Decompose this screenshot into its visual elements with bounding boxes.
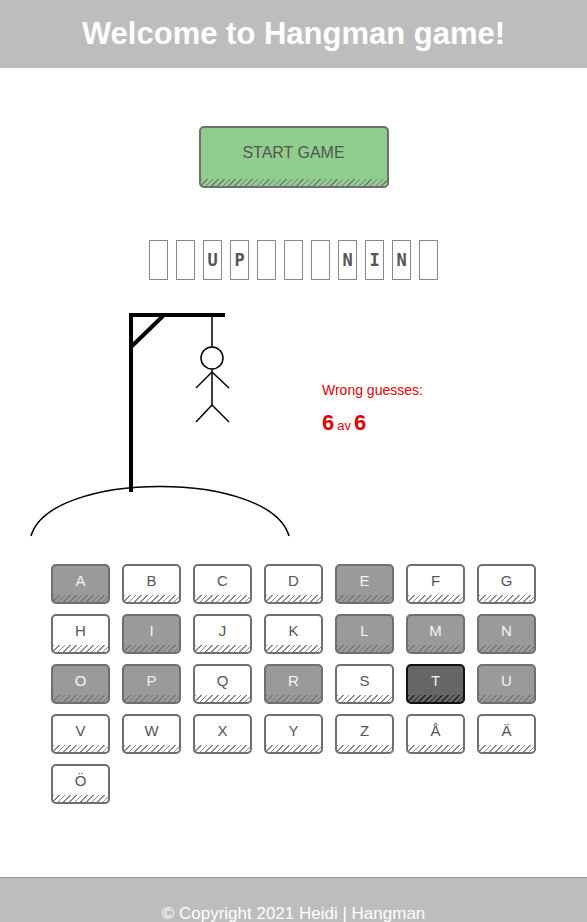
letter-key[interactable]: P — [122, 664, 181, 704]
letter-slot: N — [392, 240, 411, 280]
letter-slot — [257, 240, 276, 280]
letter-key[interactable]: Å — [406, 714, 465, 754]
letter-key[interactable]: R — [264, 664, 323, 704]
letter-key[interactable]: E — [335, 564, 394, 604]
beam-icon — [129, 313, 225, 317]
letter-slot — [419, 240, 438, 280]
letter-key[interactable]: C — [193, 564, 252, 604]
letter-key[interactable]: N — [477, 614, 536, 654]
letter-key[interactable]: Ä — [477, 714, 536, 754]
letter-key[interactable]: M — [406, 614, 465, 654]
letter-key[interactable]: U — [477, 664, 536, 704]
letter-slot: P — [230, 240, 249, 280]
letter-key[interactable]: Ö — [51, 764, 110, 804]
right-leg-icon — [212, 405, 229, 422]
letter-slot: N — [338, 240, 357, 280]
hangman-drawing-icon — [30, 310, 292, 538]
left-leg-icon — [196, 405, 212, 422]
letter-key[interactable]: D — [264, 564, 323, 604]
word-slots: UP NIN — [0, 240, 587, 280]
head-icon — [201, 347, 223, 369]
page-title: Welcome to Hangman game! — [82, 16, 505, 52]
letter-key[interactable]: V — [51, 714, 110, 754]
wrong-guesses-label: Wrong guesses: — [322, 382, 423, 398]
letter-key[interactable]: T — [406, 664, 465, 704]
letter-slot — [176, 240, 195, 280]
letter-key[interactable]: K — [264, 614, 323, 654]
letter-key[interactable]: L — [335, 614, 394, 654]
letter-key[interactable]: G — [477, 564, 536, 604]
letter-slot — [149, 240, 168, 280]
letter-key[interactable]: X — [193, 714, 252, 754]
body-icon — [211, 369, 213, 405]
letter-slot — [311, 240, 330, 280]
copyright-text: © Copyright 2021 Heidi | Hangman — [162, 904, 426, 922]
letter-keyboard: ABCDEFG HIJKLMN OPQRSTU VWXYZÅÄ Ö — [51, 564, 587, 804]
letter-key[interactable]: Z — [335, 714, 394, 754]
right-arm-icon — [212, 372, 229, 388]
left-arm-icon — [196, 372, 212, 388]
letter-slot — [284, 240, 303, 280]
letter-slot: I — [365, 240, 384, 280]
start-game-button[interactable]: START GAME — [199, 126, 389, 188]
letter-key[interactable]: J — [193, 614, 252, 654]
footer: © Copyright 2021 Heidi | Hangman — [0, 877, 587, 922]
letter-key[interactable]: B — [122, 564, 181, 604]
letter-key[interactable]: F — [406, 564, 465, 604]
header: Welcome to Hangman game! — [0, 0, 587, 68]
letter-key[interactable]: S — [335, 664, 394, 704]
brace-icon — [131, 316, 163, 347]
letter-slot: U — [203, 240, 222, 280]
wrong-guesses-count: 6av6 — [322, 410, 423, 436]
hangman-page: Welcome to Hangman game!START GAMEUPNINW… — [0, 0, 587, 922]
hill-icon — [31, 487, 289, 537]
letter-key[interactable]: W — [122, 714, 181, 754]
rope-icon — [211, 316, 213, 347]
letter-key[interactable]: A — [51, 564, 110, 604]
game-stage: Wrong guesses: 6av6 — [0, 310, 587, 538]
pole-icon — [129, 314, 133, 492]
letter-key[interactable]: O — [51, 664, 110, 704]
letter-key[interactable]: Y — [264, 714, 323, 754]
wrong-guesses: Wrong guesses: 6av6 — [322, 382, 423, 538]
letter-key[interactable]: I — [122, 614, 181, 654]
letter-key[interactable]: H — [51, 614, 110, 654]
letter-key[interactable]: Q — [193, 664, 252, 704]
